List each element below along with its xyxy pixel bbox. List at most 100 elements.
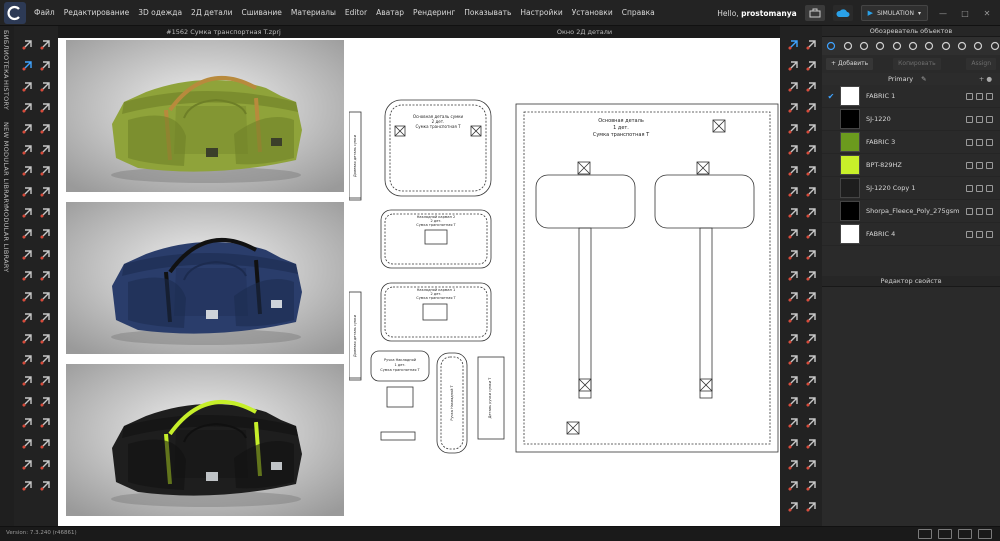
- topstitch-tab-icon[interactable]: [875, 40, 885, 52]
- trim-tab-icon[interactable]: [908, 40, 918, 52]
- tool-icon[interactable]: [804, 143, 818, 157]
- layout-4-icon[interactable]: [978, 529, 992, 539]
- tool-icon[interactable]: [20, 206, 34, 220]
- tool-icon[interactable]: [20, 437, 34, 451]
- camera-tab-icon[interactable]: [957, 40, 967, 52]
- tool-icon[interactable]: [20, 458, 34, 472]
- tool-icon[interactable]: [804, 38, 818, 52]
- copy-icon[interactable]: [976, 92, 983, 100]
- tool-icon[interactable]: [804, 164, 818, 178]
- tool-icon[interactable]: [786, 374, 800, 388]
- fabric-row[interactable]: BPT-829HZ: [822, 154, 1000, 177]
- menu-file[interactable]: Файл: [34, 8, 55, 17]
- delete-icon[interactable]: [986, 138, 993, 146]
- buttonhole-tab-icon[interactable]: [859, 40, 869, 52]
- tool-icon[interactable]: [38, 164, 52, 178]
- tool-icon[interactable]: [804, 395, 818, 409]
- menu-help[interactable]: Справка: [622, 8, 655, 17]
- close-icon[interactable]: ✕: [980, 9, 994, 18]
- tool-icon[interactable]: [38, 479, 52, 493]
- tool-icon[interactable]: [20, 59, 34, 73]
- add-icon[interactable]: + ●: [979, 75, 992, 83]
- tool-icon[interactable]: [786, 416, 800, 430]
- delete-icon[interactable]: [986, 184, 993, 192]
- tool-icon[interactable]: [38, 122, 52, 136]
- tool-icon[interactable]: [20, 227, 34, 241]
- copy-icon[interactable]: [976, 138, 983, 146]
- pattern-canvas[interactable]: Основная деталь 1 дет. Сумка транспотная…: [349, 38, 780, 526]
- copy-icon[interactable]: [976, 230, 983, 238]
- tool-icon[interactable]: [804, 374, 818, 388]
- copy-button[interactable]: Копировать: [893, 58, 941, 70]
- copy-icon[interactable]: [976, 184, 983, 192]
- tool-icon[interactable]: [38, 332, 52, 346]
- fabric-swatch[interactable]: [840, 109, 860, 129]
- tool-icon[interactable]: [804, 458, 818, 472]
- tool-icon[interactable]: [804, 269, 818, 283]
- layout-2-icon[interactable]: [938, 529, 952, 539]
- tool-icon[interactable]: [786, 227, 800, 241]
- fabric-row[interactable]: SJ-1220 Copy 1: [822, 177, 1000, 200]
- tool-icon[interactable]: [804, 80, 818, 94]
- plus-icon[interactable]: [966, 92, 973, 100]
- tool-icon[interactable]: [786, 206, 800, 220]
- tool-icon[interactable]: [786, 269, 800, 283]
- tool-icon[interactable]: [38, 269, 52, 283]
- tool-icon[interactable]: [20, 248, 34, 262]
- tool-icon[interactable]: [20, 101, 34, 115]
- tool-icon[interactable]: [38, 311, 52, 325]
- fabric-row[interactable]: ✔ FABRIC 1: [822, 85, 1000, 108]
- cloud-icon[interactable]: [832, 5, 853, 21]
- light-tab-icon[interactable]: [973, 40, 983, 52]
- tool-icon[interactable]: [786, 38, 800, 52]
- delete-icon[interactable]: [986, 115, 993, 123]
- tab-new-modular-library[interactable]: NEW MODULAR LIBRARY: [2, 122, 10, 207]
- tool-icon[interactable]: [804, 416, 818, 430]
- minimize-icon[interactable]: —: [936, 9, 950, 18]
- menu-2d-pattern[interactable]: 2Д детали: [191, 8, 232, 17]
- plus-icon[interactable]: [966, 184, 973, 192]
- graphic-tab-icon[interactable]: [941, 40, 951, 52]
- tool-icon[interactable]: [804, 206, 818, 220]
- tool-icon[interactable]: [38, 101, 52, 115]
- fabric-swatch[interactable]: [840, 201, 860, 221]
- simulation-button[interactable]: ▶ SIMULATION ▾: [860, 5, 928, 21]
- clo-logo-icon[interactable]: [4, 1, 26, 24]
- tool-icon[interactable]: [786, 353, 800, 367]
- fabric-swatch[interactable]: [840, 178, 860, 198]
- menu-avatar[interactable]: Аватар: [376, 8, 404, 17]
- fabric-swatch[interactable]: [840, 86, 860, 106]
- tool-icon[interactable]: [38, 143, 52, 157]
- tool-icon[interactable]: [804, 437, 818, 451]
- viewport-3d[interactable]: [58, 38, 349, 526]
- tool-icon[interactable]: [804, 332, 818, 346]
- edit-icon[interactable]: ✎: [921, 75, 926, 83]
- add-button[interactable]: + Добавить: [826, 58, 874, 70]
- tool-icon[interactable]: [38, 395, 52, 409]
- maximize-icon[interactable]: □: [958, 9, 972, 18]
- delete-icon[interactable]: [986, 92, 993, 100]
- tool-icon[interactable]: [20, 164, 34, 178]
- plus-icon[interactable]: [966, 115, 973, 123]
- tool-icon[interactable]: [20, 38, 34, 52]
- tool-icon[interactable]: [786, 101, 800, 115]
- fabric-row[interactable]: FABRIC 3: [822, 131, 1000, 154]
- tool-icon[interactable]: [20, 395, 34, 409]
- delete-icon[interactable]: [986, 230, 993, 238]
- layout-3-icon[interactable]: [958, 529, 972, 539]
- puckering-tab-icon[interactable]: [891, 40, 901, 52]
- tool-icon[interactable]: [20, 311, 34, 325]
- plus-icon[interactable]: [966, 230, 973, 238]
- tool-icon[interactable]: [38, 185, 52, 199]
- tool-icon[interactable]: [786, 122, 800, 136]
- tool-icon[interactable]: [786, 80, 800, 94]
- zipper-tab-icon[interactable]: [924, 40, 934, 52]
- fabric-swatch[interactable]: [840, 132, 860, 152]
- tool-icon[interactable]: [786, 290, 800, 304]
- tool-icon[interactable]: [804, 227, 818, 241]
- plus-icon[interactable]: [966, 161, 973, 169]
- tool-icon[interactable]: [786, 332, 800, 346]
- tool-icon[interactable]: [786, 479, 800, 493]
- tool-icon[interactable]: [20, 353, 34, 367]
- tool-icon[interactable]: [20, 269, 34, 283]
